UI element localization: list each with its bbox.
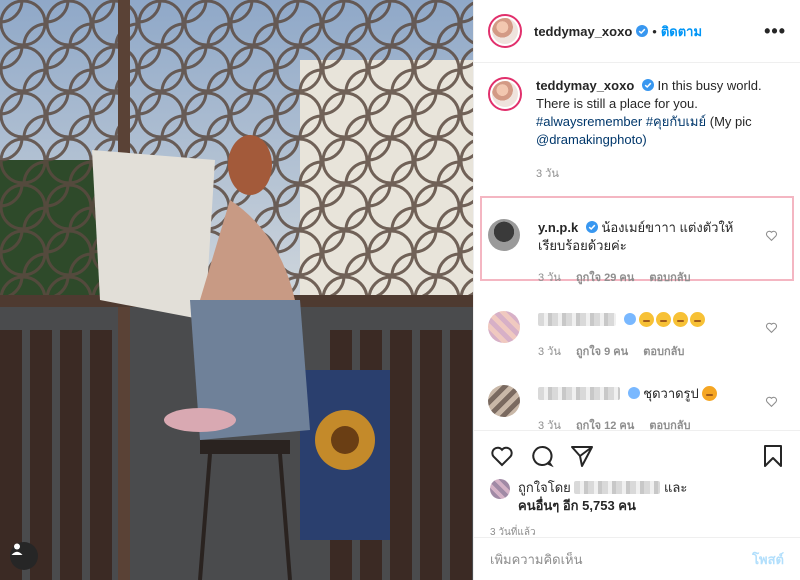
post-actions: ถูกใจโดย และ คนอื่นๆ อีก 5,753 คน 3 วันท…	[474, 430, 800, 540]
like-comment-heart-icon[interactable]	[765, 321, 778, 334]
bookmark-icon[interactable]	[762, 444, 784, 468]
post-side-panel: teddymay_xoxo • ติดตาม ••• teddymay_xoxo…	[473, 0, 800, 580]
liker-avatar[interactable]	[490, 479, 510, 499]
commenter-avatar[interactable]	[488, 311, 520, 343]
verified-badge-icon	[623, 313, 636, 325]
commenter-avatar[interactable]	[488, 385, 520, 417]
comment-time: 3 วัน	[538, 272, 561, 284]
caption-mention[interactable]: @dramakingphoto)	[536, 132, 647, 147]
like-comment-heart-icon[interactable]	[765, 229, 778, 242]
reply-button[interactable]: ตอบกลับ	[649, 272, 690, 284]
post-modal: teddymay_xoxo • ติดตาม ••• teddymay_xoxo…	[0, 0, 800, 580]
emoji-icon	[690, 312, 706, 327]
emoji-icon	[656, 312, 672, 327]
author-avatar[interactable]	[488, 14, 522, 48]
blurred-username	[538, 387, 620, 400]
verified-badge-icon	[636, 25, 649, 37]
comment-time: 3 วัน	[538, 346, 561, 358]
header-separator: •	[652, 23, 657, 39]
post-photo[interactable]	[0, 0, 473, 580]
commenter-username[interactable]: y.n.p.k	[538, 220, 578, 235]
verified-badge-icon	[585, 221, 598, 233]
liked-by-suffix: และ	[664, 480, 688, 495]
comment-time: 3 วัน	[538, 420, 561, 430]
more-options-button[interactable]: •••	[764, 21, 786, 42]
comment-item: 3 วัน ถูกใจ 9 คน ตอบกลับ	[474, 311, 800, 361]
photo-scene	[0, 0, 473, 580]
like-heart-icon[interactable]	[490, 444, 514, 468]
emoji-icon	[673, 312, 689, 327]
like-comment-heart-icon[interactable]	[765, 395, 778, 408]
comment-item: y.n.p.k น้องเมย์ขาาา แต่งตัวให้เรียบร้อย…	[474, 219, 800, 287]
reply-button[interactable]: ตอบกลับ	[649, 420, 690, 430]
caption-avatar[interactable]	[488, 77, 522, 111]
likes-count[interactable]: คนอื่นๆ อีก 5,753 คน	[518, 498, 636, 513]
post-header: teddymay_xoxo • ติดตาม •••	[474, 0, 800, 63]
emoji-icon	[702, 386, 718, 401]
author-username[interactable]: teddymay_xoxo	[534, 24, 632, 39]
tagged-users-button[interactable]	[10, 542, 38, 570]
commenter-avatar[interactable]	[488, 219, 520, 251]
comment-likes[interactable]: ถูกใจ 12 คน	[576, 420, 634, 430]
verified-badge-icon	[641, 79, 654, 91]
blurred-username	[538, 313, 616, 326]
comment-likes[interactable]: ถูกใจ 29 คน	[576, 272, 634, 284]
verified-badge-icon	[627, 387, 640, 399]
comment-bubble-icon[interactable]	[530, 444, 554, 468]
comments-list[interactable]: teddymay_xoxo In this busy world. There …	[474, 63, 800, 430]
emoji-icon	[639, 312, 655, 327]
comment-text: ชุดวาดรูป	[643, 386, 699, 401]
caption-time: 3 วัน	[536, 168, 559, 180]
blurred-liker-name	[574, 481, 661, 494]
caption-tail: (My pic	[709, 114, 752, 129]
liked-by-prefix: ถูกใจโดย	[518, 480, 571, 495]
caption-username[interactable]: teddymay_xoxo	[536, 78, 634, 93]
comment-item: ชุดวาดรูป 3 วัน ถูกใจ 12 คน ตอบกลับ	[474, 385, 800, 430]
caption-hashtags[interactable]: #alwaysremember #คุยกับเมย์	[536, 114, 706, 129]
liked-by: ถูกใจโดย และ คนอื่นๆ อีก 5,753 คน	[490, 479, 784, 515]
share-send-icon[interactable]	[570, 444, 594, 468]
add-comment-bar: โพสต์	[474, 537, 800, 580]
reply-button[interactable]: ตอบกลับ	[643, 346, 684, 358]
follow-button[interactable]: ติดตาม	[661, 21, 702, 42]
user-icon	[11, 543, 23, 555]
comment-likes[interactable]: ถูกใจ 9 คน	[576, 346, 628, 358]
post-comment-button[interactable]: โพสต์	[752, 549, 784, 570]
caption: teddymay_xoxo In this busy world. There …	[474, 63, 800, 183]
comment-input[interactable]	[490, 551, 753, 567]
